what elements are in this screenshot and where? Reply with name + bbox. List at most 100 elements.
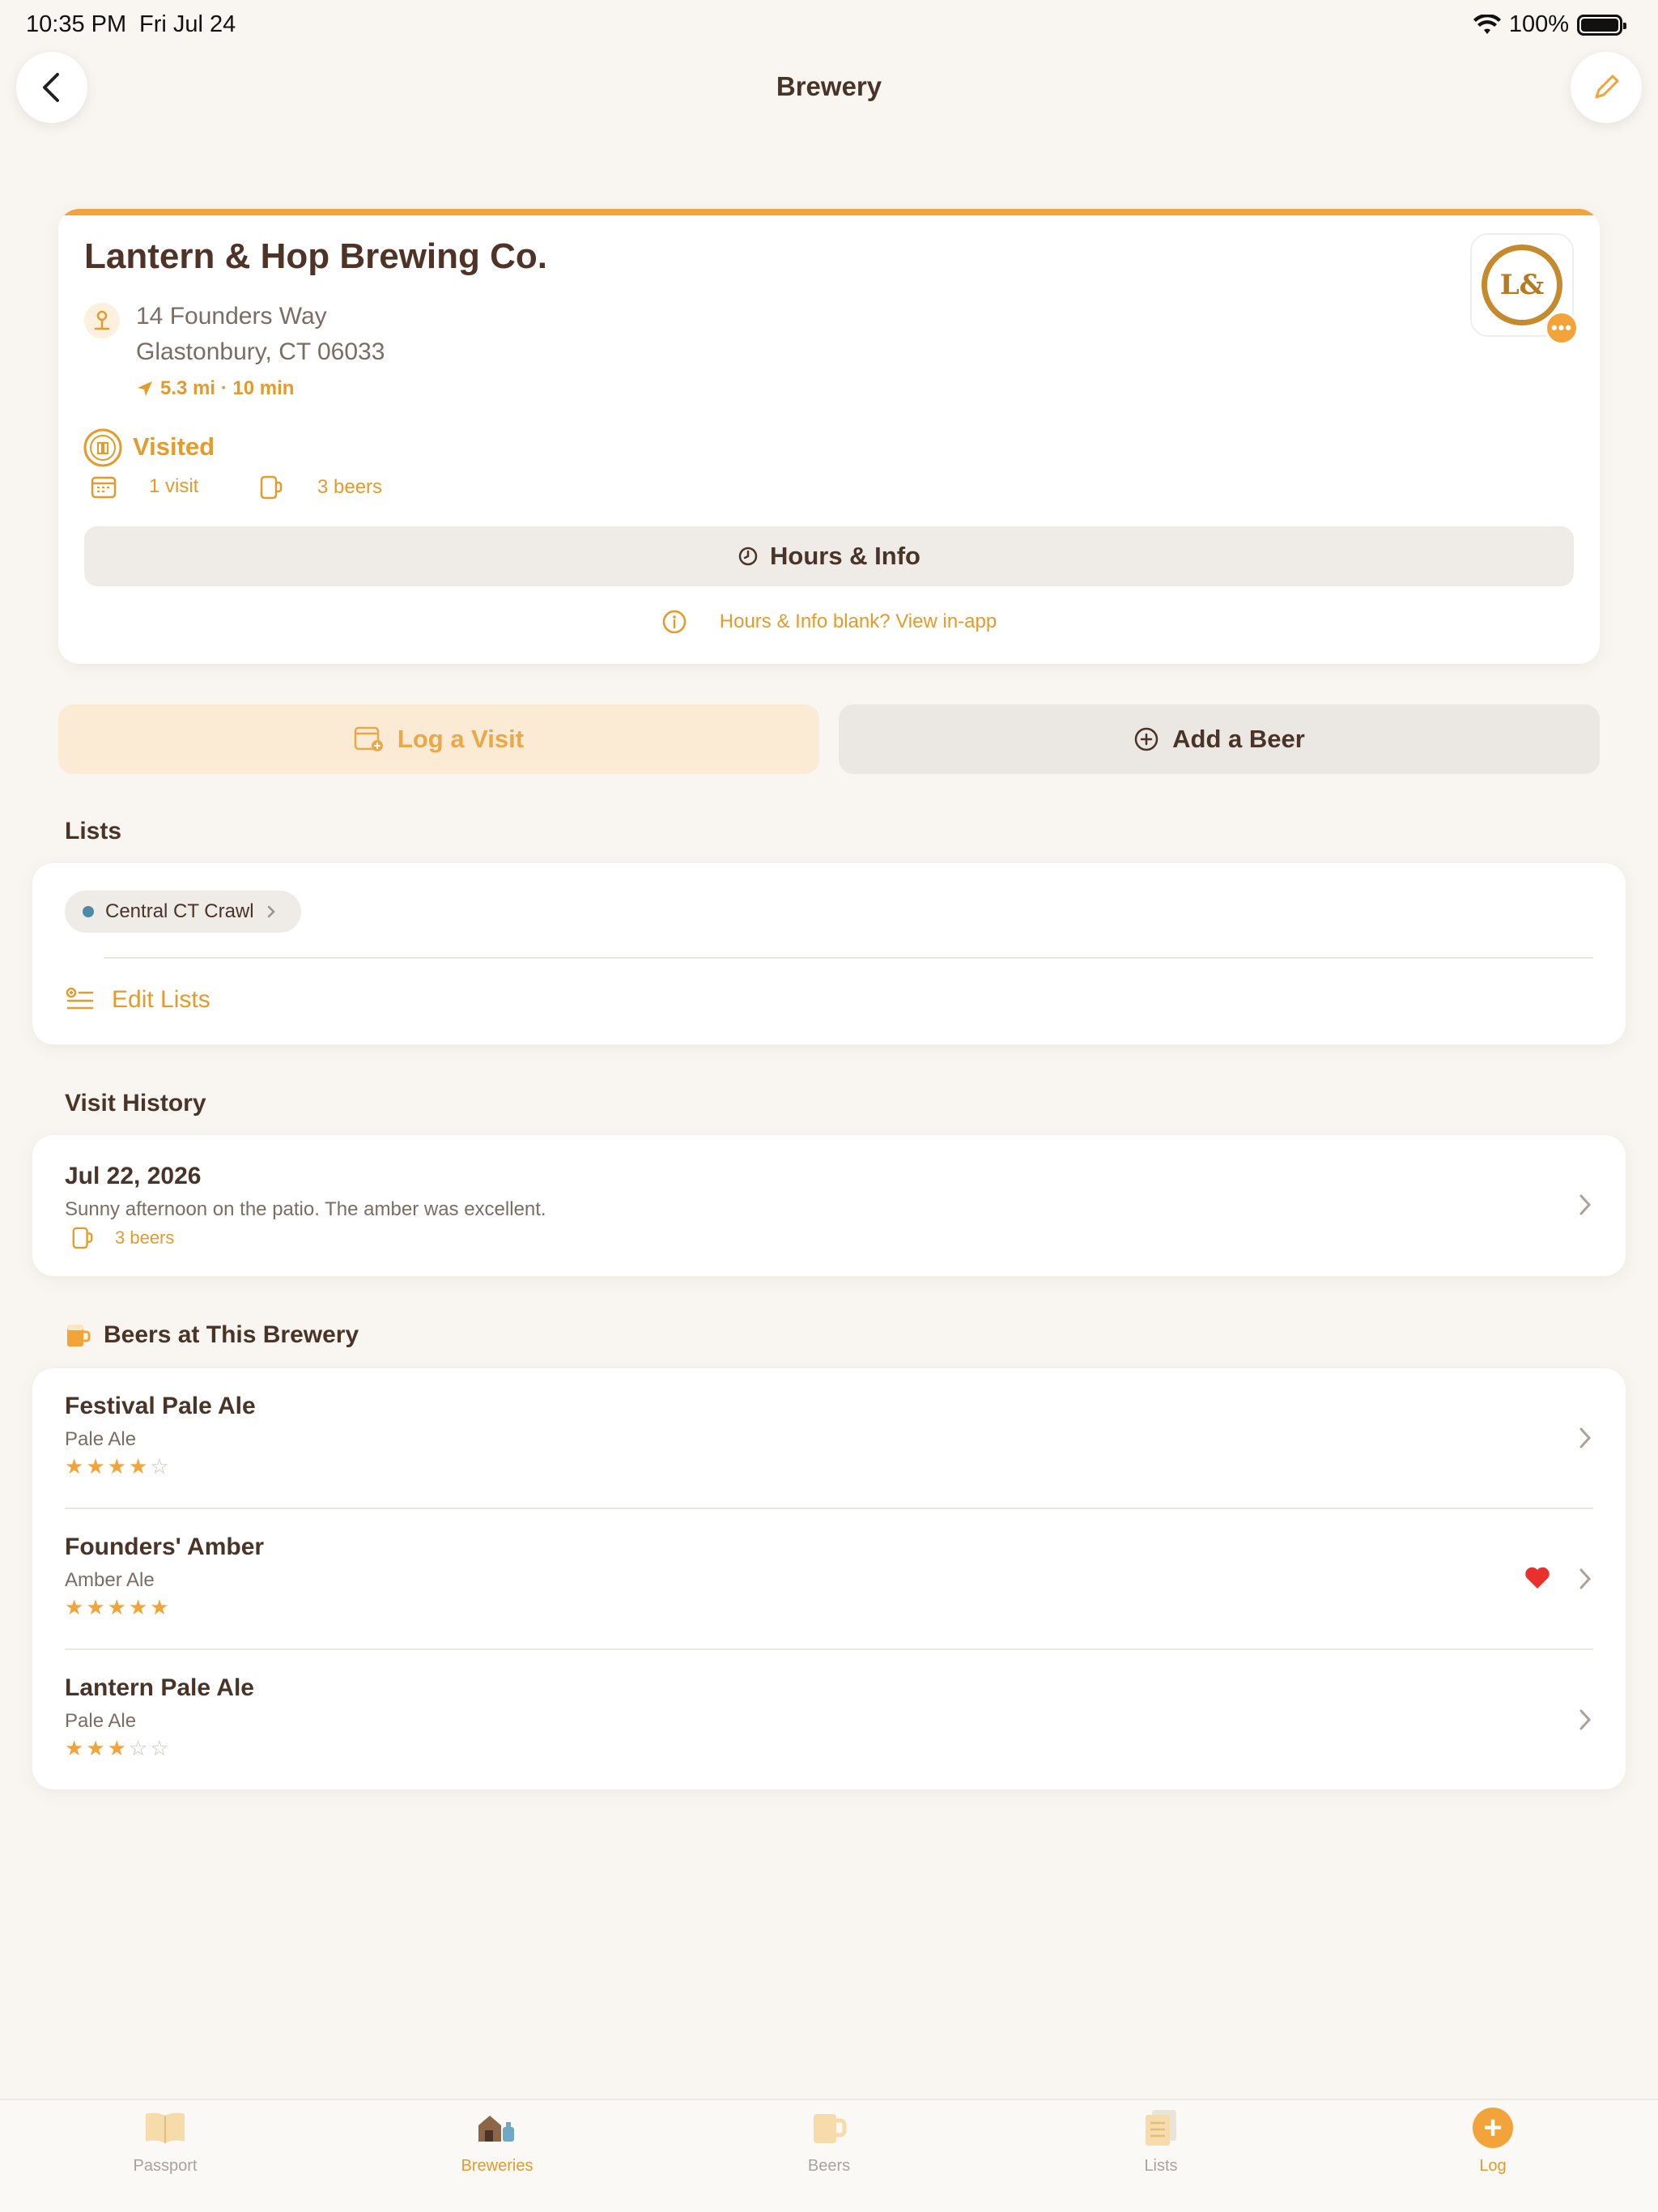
- visit-history-row[interactable]: Jul 22, 2026 Sunny afternoon on the pati…: [32, 1135, 1626, 1276]
- beer-name: Founders' Amber: [65, 1534, 265, 1560]
- status-indicators: 100%: [1473, 11, 1626, 38]
- beer-row[interactable]: Founders' Amber Amber Ale ★★★★★: [32, 1509, 1626, 1650]
- star-filled-icon: ★: [128, 1454, 151, 1478]
- visit-beer-count-text: 3 beers: [115, 1227, 175, 1248]
- location-arrow-icon: [138, 381, 152, 396]
- status-time: 10:35 PM: [26, 11, 127, 37]
- star-filled-icon: ★: [107, 1454, 129, 1478]
- more-icon: •••: [1550, 317, 1573, 338]
- star-filled-icon: ★: [128, 1595, 151, 1619]
- card-accent-bar: [58, 209, 1600, 215]
- edit-lists-button[interactable]: Edit Lists: [65, 986, 210, 1014]
- tab-label: Breweries: [461, 2157, 534, 2175]
- tab-label: Log: [1479, 2157, 1507, 2175]
- calendar-icon: [91, 476, 117, 499]
- lists-card: Central CT Crawl Edit Lists: [32, 863, 1626, 1044]
- chevron-right-icon: [267, 905, 275, 918]
- tab-label: Passport: [133, 2157, 198, 2175]
- status-date: Fri Jul 24: [139, 11, 236, 37]
- star-empty-icon: ☆: [128, 1736, 151, 1760]
- chevron-right-icon: [1579, 1194, 1592, 1215]
- divider: [104, 957, 1593, 959]
- list-chip[interactable]: Central CT Crawl: [65, 891, 301, 933]
- visit-count: 1 visit: [91, 474, 198, 499]
- beer-rating: ★★★★☆: [65, 1454, 172, 1479]
- star-filled-icon: ★: [65, 1454, 87, 1478]
- beer-rating: ★★★☆☆: [65, 1736, 172, 1761]
- beer-count-text: 3 beers: [317, 476, 383, 498]
- tab-breweries[interactable]: Breweries: [416, 2107, 578, 2176]
- add-beer-button[interactable]: Add a Beer: [839, 704, 1600, 774]
- edit-button[interactable]: [1571, 52, 1642, 123]
- visited-label: Visited: [133, 432, 215, 461]
- star-filled-icon: ★: [86, 1595, 108, 1619]
- beer-count: 3 beers: [259, 474, 382, 500]
- beer-style: Pale Ale: [65, 1710, 137, 1732]
- chevron-right-icon: [1579, 1427, 1592, 1448]
- list-chip-label: Central CT Crawl: [105, 900, 254, 922]
- visit-note: Sunny afternoon on the patio. The amber …: [65, 1198, 546, 1220]
- hours-info-note[interactable]: Hours & Info blank? View in-app: [58, 609, 1600, 635]
- lists-icon: [1138, 2107, 1184, 2149]
- beer-mug-icon: [806, 2107, 852, 2149]
- chevron-right-icon: [1579, 1568, 1592, 1589]
- plus-icon: +: [1470, 2107, 1516, 2149]
- map-pin-icon: [84, 303, 120, 338]
- page-title: Brewery: [776, 71, 882, 101]
- clock-icon: [738, 547, 758, 566]
- address-line-2[interactable]: Glastonbury, CT 06033: [136, 338, 385, 366]
- address-line-1[interactable]: 14 Founders Way: [136, 303, 327, 330]
- plus-circle-icon: [1134, 727, 1158, 751]
- beer-name: Festival Pale Ale: [65, 1393, 256, 1419]
- beers-header: Beers at This Brewery: [65, 1321, 359, 1349]
- tab-log[interactable]: + Log: [1412, 2107, 1574, 2176]
- visit-beer-count: 3 beers: [71, 1226, 174, 1250]
- distance-text: 5.3 mi · 10 min: [160, 377, 295, 399]
- logo-ring: L&: [1482, 245, 1562, 325]
- mug-icon: [260, 475, 283, 500]
- star-filled-icon: ★: [107, 1595, 129, 1619]
- info-icon: [662, 610, 687, 634]
- battery-icon: [1577, 14, 1626, 36]
- star-empty-icon: ☆: [150, 1736, 172, 1760]
- brewery-name: Lantern & Hop Brewing Co.: [84, 236, 547, 276]
- beers-card: Festival Pale Ale Pale Ale ★★★★☆ Founder…: [32, 1368, 1626, 1789]
- log-visit-label: Log a Visit: [397, 725, 525, 753]
- tab-lists[interactable]: Lists: [1080, 2107, 1242, 2176]
- beer-row[interactable]: Lantern Pale Ale Pale Ale ★★★☆☆: [32, 1650, 1626, 1791]
- logo-text: L&: [1499, 269, 1545, 301]
- chevron-right-icon: [1579, 1709, 1592, 1730]
- visited-badge-icon: [83, 428, 123, 468]
- beer-name: Lantern Pale Ale: [65, 1674, 254, 1701]
- wifi-icon: [1473, 14, 1501, 34]
- edit-lists-label: Edit Lists: [112, 986, 210, 1013]
- star-filled-icon: ★: [107, 1736, 129, 1760]
- beer-style: Amber Ale: [65, 1569, 155, 1591]
- brewery-card: Lantern & Hop Brewing Co. 14 Founders Wa…: [58, 209, 1600, 664]
- beer-row[interactable]: Festival Pale Ale Pale Ale ★★★★☆: [32, 1368, 1626, 1509]
- passport-icon: [142, 2107, 188, 2149]
- edit-list-icon: [66, 987, 94, 1010]
- star-filled-icon: ★: [86, 1736, 108, 1760]
- tab-passport[interactable]: Passport: [84, 2107, 246, 2176]
- beer-style: Pale Ale: [65, 1428, 137, 1450]
- star-empty-icon: ☆: [150, 1454, 172, 1478]
- hours-info-note-text: Hours & Info blank? View in-app: [719, 610, 997, 632]
- mug-icon: [72, 1227, 93, 1249]
- distance-link[interactable]: 5.3 mi · 10 min: [136, 377, 294, 400]
- heart-icon: [1525, 1567, 1550, 1589]
- brewery-icon: [474, 2107, 520, 2149]
- hours-info-label: Hours & Info: [770, 542, 920, 570]
- list-color-dot: [83, 906, 94, 917]
- pencil-icon: [1595, 74, 1619, 99]
- logo-more-button[interactable]: •••: [1545, 311, 1579, 345]
- tab-beers[interactable]: Beers: [748, 2107, 910, 2176]
- calendar-add-icon: [354, 726, 383, 751]
- hours-info-button[interactable]: Hours & Info: [84, 526, 1574, 586]
- visit-count-text: 1 visit: [149, 475, 199, 497]
- log-visit-button[interactable]: Log a Visit: [58, 704, 819, 774]
- beer-rating: ★★★★★: [65, 1595, 172, 1620]
- tab-label: Beers: [807, 2157, 851, 2175]
- beer-mug-icon: [67, 1325, 91, 1346]
- tab-bar: Passport Breweries Beers Lists + Log: [0, 2099, 1658, 2212]
